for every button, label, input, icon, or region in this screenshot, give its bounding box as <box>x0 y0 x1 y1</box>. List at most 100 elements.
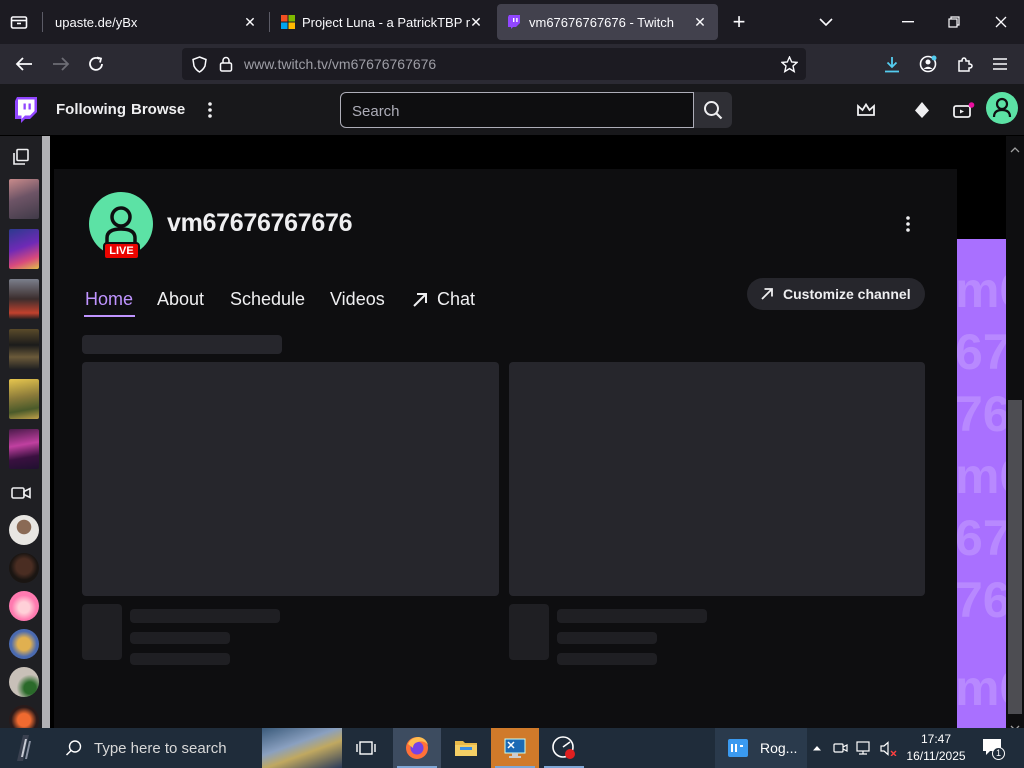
search-icon <box>65 739 83 762</box>
tab-home[interactable]: Home <box>85 289 133 310</box>
pinned-app-rog[interactable]: Rog... <box>715 728 807 768</box>
skeleton-video-card <box>82 362 499 596</box>
clock-date: 16/11/2025 <box>906 749 966 763</box>
recording-app-icon[interactable] <box>540 728 588 768</box>
search-input[interactable]: Search <box>340 92 694 128</box>
tab-schedule[interactable]: Schedule <box>230 289 305 310</box>
new-tab-plus-icon[interactable]: + <box>729 9 749 34</box>
search-icon <box>703 100 723 120</box>
shield-icon[interactable] <box>190 55 208 73</box>
diamond-icon[interactable] <box>912 100 932 120</box>
tab-chat-label: Chat <box>437 289 476 309</box>
browser-tab-project-luna[interactable]: Project Luna - a PatrickTBP mod ✕ <box>272 4 494 40</box>
lock-icon[interactable] <box>217 55 235 73</box>
channel-avatar[interactable] <box>9 553 39 583</box>
reload-icon[interactable] <box>86 54 106 74</box>
forward-arrow-icon[interactable] <box>51 54 71 74</box>
page-scrollbar[interactable] <box>1006 136 1024 731</box>
taskbar-search-box[interactable]: Type here to search <box>52 728 342 768</box>
bookmark-star-icon[interactable] <box>780 55 798 73</box>
address-bar[interactable]: www.twitch.tv/vm67676767676 <box>182 48 806 80</box>
more-vertical-icon[interactable] <box>898 214 918 234</box>
category-thumbnail[interactable] <box>9 429 39 469</box>
chevron-down-icon[interactable] <box>817 12 835 32</box>
nav-following-link[interactable]: Following <box>56 101 126 118</box>
close-icon[interactable]: ✕ <box>242 14 258 30</box>
account-icon[interactable] <box>918 54 938 74</box>
channel-avatar[interactable] <box>9 705 39 728</box>
video-camera-icon[interactable] <box>11 483 31 503</box>
skeleton-avatar <box>82 604 122 660</box>
url-text: www.twitch.tv/vm67676767676 <box>244 56 436 72</box>
volume-muted-icon[interactable] <box>880 740 898 756</box>
external-arrow-icon <box>410 290 430 310</box>
clock[interactable]: 17:47 16/11/2025 <box>900 731 972 767</box>
clock-time: 17:47 <box>920 732 952 746</box>
channel-avatar[interactable] <box>9 667 39 697</box>
start-menu-icon[interactable] <box>10 732 42 764</box>
channel-avatar[interactable] <box>9 591 39 621</box>
minimize-icon[interactable] <box>898 12 918 32</box>
twitch-favicon-icon <box>507 15 521 29</box>
followed-channels-sidebar <box>0 136 42 728</box>
firefox-taskbar-icon[interactable] <box>393 728 441 768</box>
banner-watermark: 76 <box>957 386 1006 442</box>
chat-panel-banner: m6 67 76 m6 67 76 m6 <box>957 239 1006 728</box>
tab-chat[interactable]: Chat <box>410 289 475 310</box>
close-icon[interactable]: ✕ <box>692 14 708 30</box>
customize-channel-button[interactable]: Customize channel <box>747 278 925 310</box>
twitch-logo-icon[interactable] <box>12 96 38 124</box>
banner-watermark: m6 <box>957 262 1006 318</box>
tab-list-icon[interactable] <box>8 12 30 32</box>
search-button[interactable] <box>694 92 732 128</box>
skeleton-line <box>130 609 280 623</box>
scrollbar-thumb[interactable] <box>1008 400 1022 714</box>
taskbar-search-placeholder: Type here to search <box>94 740 227 757</box>
live-badge: LIVE <box>103 242 140 260</box>
hamburger-menu-icon[interactable] <box>990 54 1010 74</box>
channel-name[interactable]: vm67676767676 <box>167 209 352 238</box>
skeleton-avatar <box>509 604 549 660</box>
meet-now-icon[interactable] <box>832 740 850 756</box>
sidebar-scrollbar[interactable] <box>42 136 50 728</box>
close-icon[interactable]: ✕ <box>468 14 484 30</box>
skeleton-line <box>130 632 230 644</box>
ad-free-icon[interactable] <box>952 100 976 120</box>
banner-watermark: m6 <box>957 660 1006 716</box>
browser-tab-twitch[interactable]: vm67676767676 - Twitch ✕ <box>497 4 718 40</box>
notification-center-icon[interactable]: 1 <box>982 738 1006 760</box>
nav-browse-link[interactable]: Browse <box>131 101 185 118</box>
scroll-up-arrow-icon[interactable] <box>1010 140 1020 158</box>
more-vertical-icon[interactable] <box>200 100 220 120</box>
downloads-icon[interactable] <box>882 54 902 74</box>
followed-channels-icon[interactable] <box>11 147 31 167</box>
browser-nav-bar: www.twitch.tv/vm67676767676 <box>0 44 1024 84</box>
file-explorer-icon[interactable] <box>442 728 490 768</box>
category-thumbnail[interactable] <box>9 329 39 369</box>
tab-title: upaste.de/yB​x <box>55 14 138 30</box>
chevron-up-icon[interactable] <box>810 740 824 756</box>
windows-taskbar: Type here to search Rog... 17:47 16/11/2… <box>0 728 1024 768</box>
close-window-icon[interactable] <box>991 12 1011 32</box>
url-domain: www.twitch.tv <box>244 56 329 72</box>
category-thumbnail[interactable] <box>9 179 39 219</box>
back-arrow-icon[interactable] <box>14 54 34 74</box>
extensions-icon[interactable] <box>954 54 974 74</box>
user-avatar[interactable] <box>986 92 1018 124</box>
tab-about[interactable]: About <box>157 289 204 310</box>
tab-videos[interactable]: Videos <box>330 289 385 310</box>
banner-watermark: 76 <box>957 572 1006 628</box>
twitch-top-nav: Following Browse Search <box>0 84 1024 136</box>
channel-avatar[interactable] <box>9 629 39 659</box>
category-thumbnail[interactable] <box>9 279 39 319</box>
app-taskbar-icon[interactable] <box>491 728 539 768</box>
crown-icon[interactable] <box>856 100 876 120</box>
restore-icon[interactable] <box>944 12 964 32</box>
channel-avatar[interactable] <box>9 515 39 545</box>
browser-tab-upaste[interactable]: upaste.de/yB​x ✕ <box>44 4 268 40</box>
category-thumbnail[interactable] <box>9 379 39 419</box>
customize-channel-label: Customize channel <box>783 286 911 302</box>
task-view-icon[interactable] <box>342 728 390 768</box>
network-icon[interactable] <box>856 740 874 756</box>
category-thumbnail[interactable] <box>9 229 39 269</box>
